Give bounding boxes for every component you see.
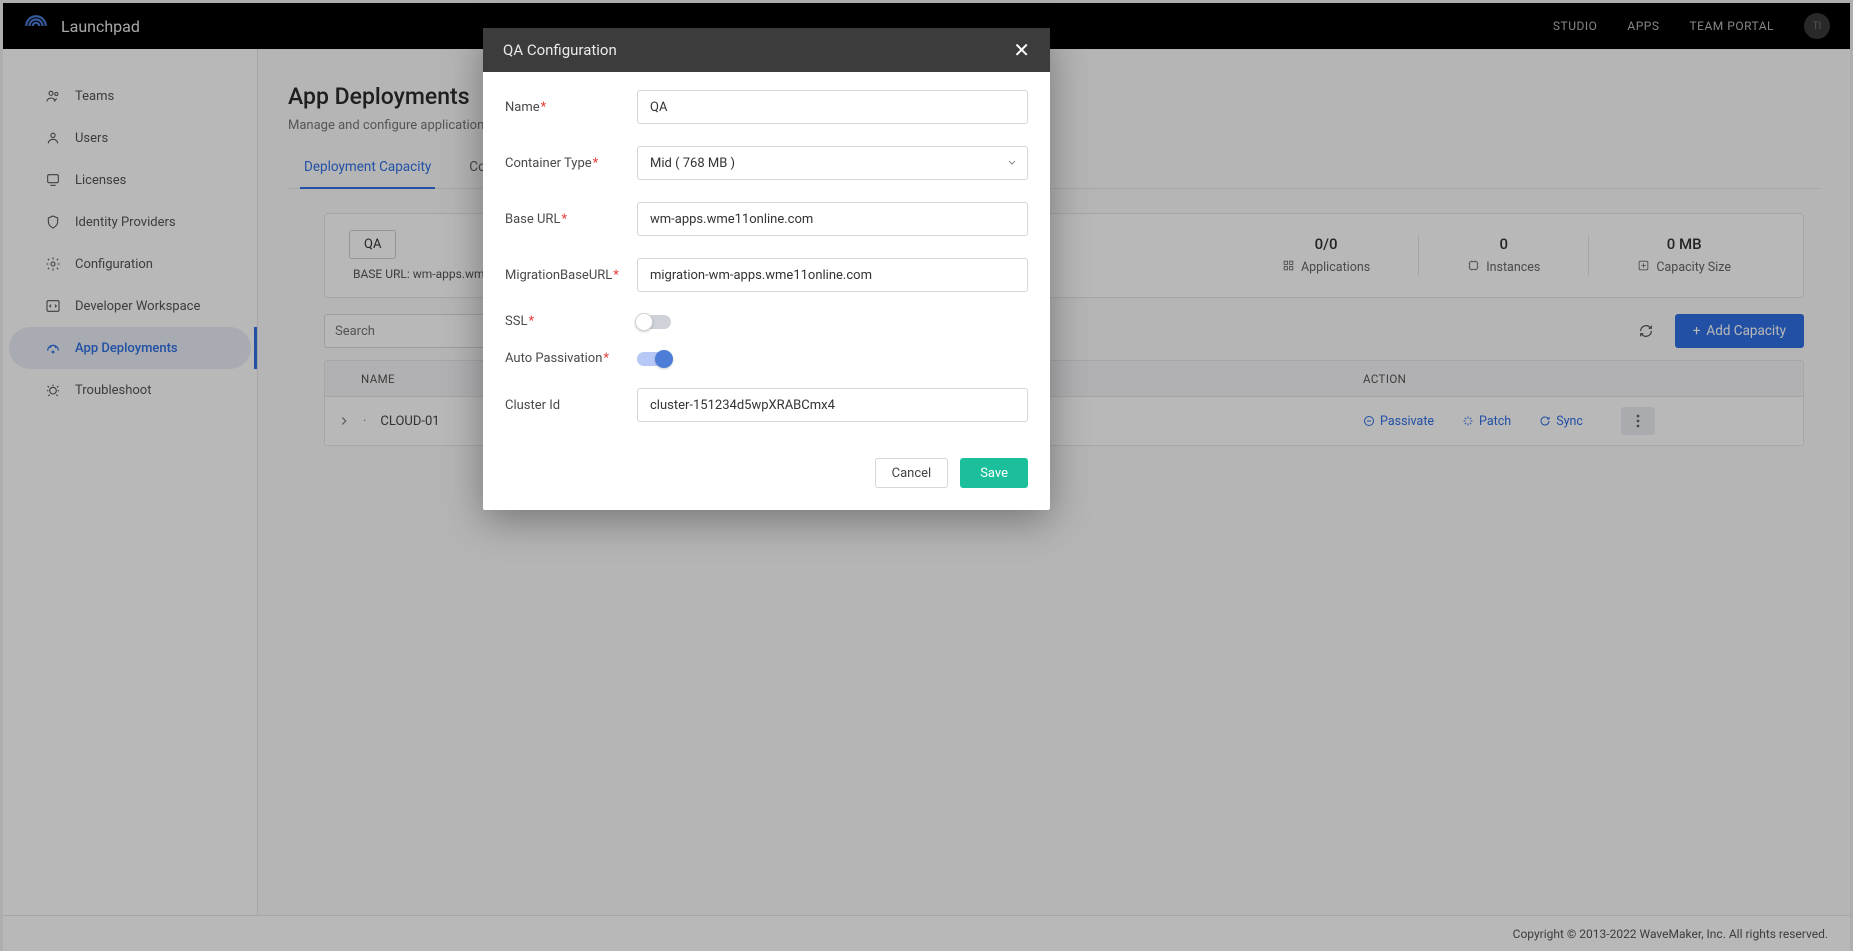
cancel-button[interactable]: Cancel (875, 458, 949, 488)
label-cluster-id: Cluster Id (505, 398, 637, 413)
ssl-toggle[interactable] (637, 315, 671, 329)
label-base-url: Base URL* (505, 212, 637, 227)
label-container-type: Container Type* (505, 156, 637, 171)
save-button[interactable]: Save (960, 458, 1028, 488)
close-icon[interactable]: ✕ (1013, 40, 1030, 60)
qa-configuration-modal: QA Configuration ✕ Name* Container Type*… (483, 28, 1050, 510)
container-type-select[interactable] (637, 146, 1028, 180)
name-field[interactable] (637, 90, 1028, 124)
label-ssl: SSL* (505, 314, 637, 329)
label-auto-passivation: Auto Passivation* (505, 351, 637, 366)
base-url-field[interactable] (637, 202, 1028, 236)
cluster-id-field[interactable] (637, 388, 1028, 422)
label-name: Name* (505, 100, 637, 115)
auto-passivation-toggle[interactable] (637, 352, 671, 366)
label-migration-base-url: MigrationBaseURL* (505, 268, 637, 283)
migration-base-url-field[interactable] (637, 258, 1028, 292)
modal-title: QA Configuration (503, 41, 617, 59)
